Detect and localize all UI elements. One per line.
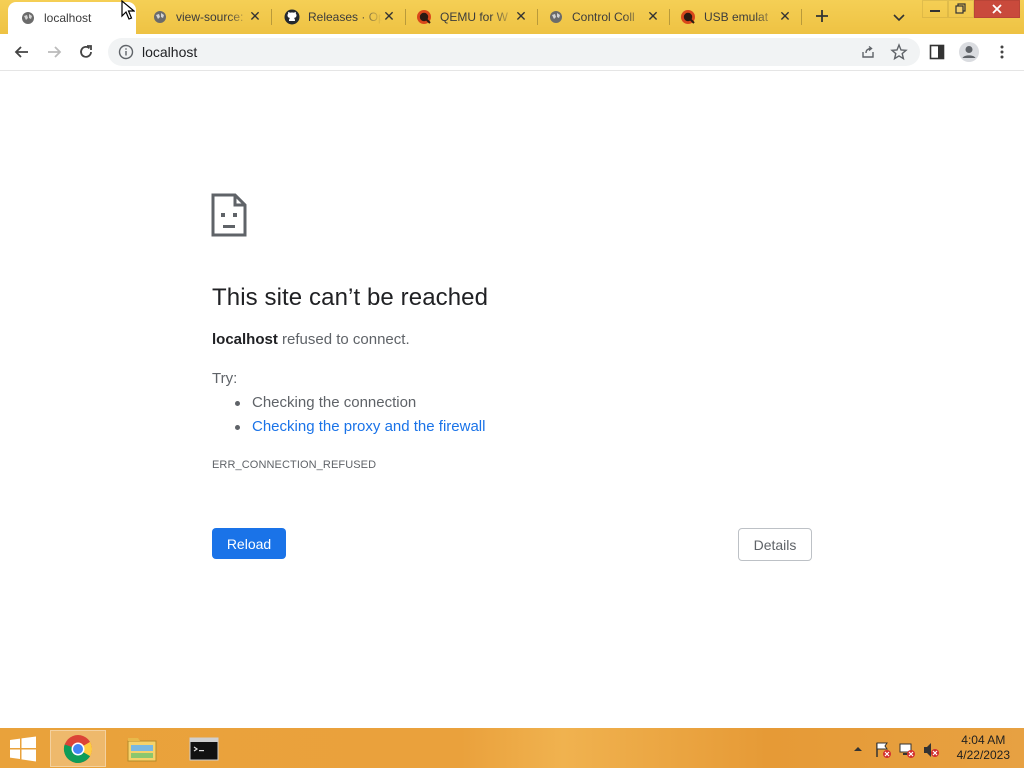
bullet bbox=[235, 401, 240, 406]
suggestion-link-text[interactable]: Checking the proxy and the firewall bbox=[252, 418, 485, 435]
refresh-icon bbox=[80, 45, 92, 58]
suggestion-text: Checking the connection bbox=[252, 394, 417, 411]
error-host: localhost bbox=[212, 331, 278, 348]
sad-document-icon bbox=[211, 193, 247, 237]
reload-button[interactable]: Reload bbox=[212, 528, 286, 559]
start-button[interactable] bbox=[8, 736, 38, 762]
tab-releases[interactable]: Releases · Op ✕ bbox=[272, 0, 404, 34]
taskbar-chrome[interactable] bbox=[50, 730, 106, 767]
arrow-left-icon bbox=[14, 46, 28, 58]
tab-usb-emulation[interactable]: USB emulat ✕ bbox=[668, 0, 800, 34]
bookmark-star-icon[interactable] bbox=[890, 43, 908, 61]
url-text[interactable]: localhost bbox=[142, 44, 197, 60]
chevron-down-icon bbox=[893, 14, 905, 22]
restore-button[interactable] bbox=[948, 0, 974, 18]
tab-title: localhost bbox=[44, 11, 92, 25]
menu-button[interactable] bbox=[991, 41, 1013, 63]
close-tab-icon[interactable]: ✕ bbox=[248, 9, 262, 23]
arrow-right-icon bbox=[48, 46, 62, 58]
close-tab-icon[interactable]: ✕ bbox=[382, 9, 396, 23]
close-tab-icon[interactable]: ✕ bbox=[514, 9, 528, 23]
share-icon[interactable] bbox=[860, 44, 876, 60]
error-code: ERR_CONNECTION_REFUSED bbox=[212, 459, 377, 471]
close-tab-icon[interactable]: ✕ bbox=[646, 9, 660, 23]
info-icon[interactable] bbox=[118, 44, 134, 60]
bullet bbox=[235, 425, 240, 430]
plus-icon bbox=[816, 10, 828, 22]
try-label: Try: bbox=[212, 370, 238, 387]
side-panel-button[interactable] bbox=[926, 41, 948, 63]
forward-button[interactable] bbox=[43, 41, 65, 63]
chevron-up-icon bbox=[854, 747, 862, 751]
tab-title: USB emulat bbox=[704, 10, 769, 24]
chrome-icon bbox=[63, 734, 92, 763]
tab-qemu[interactable]: QEMU for W ✕ bbox=[404, 0, 536, 34]
tab-title: Releases · Op bbox=[308, 10, 382, 24]
error-heading: This site can’t be reached bbox=[212, 284, 489, 311]
error-description: localhost refused to connect. bbox=[212, 331, 410, 348]
tab-strip: localhost view-source: ✕ Releases · Op ✕… bbox=[0, 0, 1024, 34]
tab-search-button[interactable] bbox=[890, 8, 908, 26]
error-message: refused to connect. bbox=[282, 331, 410, 348]
address-bar[interactable]: localhost bbox=[108, 38, 920, 66]
action-center-icon[interactable] bbox=[874, 741, 891, 758]
tab-title: view-source: bbox=[176, 10, 244, 24]
network-icon[interactable] bbox=[898, 741, 915, 758]
globe-icon bbox=[20, 10, 36, 26]
new-tab-button[interactable] bbox=[812, 6, 832, 26]
details-button[interactable]: Details bbox=[738, 528, 812, 561]
kebab-menu-icon bbox=[1000, 45, 1004, 59]
clock-date: 4/22/2023 bbox=[956, 748, 1010, 762]
close-window-button[interactable] bbox=[974, 0, 1020, 18]
mouse-cursor bbox=[121, 0, 136, 20]
qemu-icon bbox=[416, 9, 432, 25]
suggestion-item: Checking the connection bbox=[235, 394, 417, 411]
tab-localhost[interactable]: localhost bbox=[8, 2, 136, 34]
volume-muted-icon[interactable] bbox=[922, 741, 939, 757]
tab-title: QEMU for W bbox=[440, 10, 508, 24]
minimize-icon bbox=[930, 10, 940, 12]
profile-button[interactable] bbox=[958, 41, 980, 63]
qemu-icon bbox=[680, 9, 696, 25]
tab-control-collection[interactable]: Control Coll ✕ bbox=[536, 0, 668, 34]
globe-icon bbox=[548, 9, 564, 25]
taskbar: 4:04 AM 4/22/2023 bbox=[0, 728, 1024, 768]
system-clock[interactable]: 4:04 AM 4/22/2023 bbox=[957, 733, 1010, 763]
restore-icon bbox=[955, 3, 966, 14]
minimize-button[interactable] bbox=[922, 0, 948, 18]
avatar-icon bbox=[959, 42, 979, 62]
window-controls bbox=[922, 0, 1020, 18]
error-page: This site can’t be reached localhost ref… bbox=[0, 71, 1024, 728]
tab-divider bbox=[801, 9, 802, 25]
tab-view-source[interactable]: view-source: ✕ bbox=[140, 0, 270, 34]
back-button[interactable] bbox=[11, 41, 33, 63]
side-panel-icon bbox=[929, 44, 945, 60]
command-prompt-icon bbox=[189, 737, 219, 760]
close-icon bbox=[992, 4, 1002, 14]
suggestion-item-link[interactable]: Checking the proxy and the firewall bbox=[235, 418, 485, 435]
file-explorer-icon bbox=[127, 737, 157, 761]
taskbar-file-explorer[interactable] bbox=[114, 730, 170, 767]
reload-page-button[interactable] bbox=[75, 41, 97, 63]
show-hidden-icons[interactable] bbox=[850, 741, 866, 757]
github-icon bbox=[284, 9, 300, 25]
clock-time: 4:04 AM bbox=[961, 733, 1006, 747]
tab-title: Control Coll bbox=[572, 10, 635, 24]
close-tab-icon[interactable]: ✕ bbox=[778, 9, 792, 23]
browser-toolbar: localhost bbox=[0, 34, 1024, 71]
taskbar-command-prompt[interactable] bbox=[176, 730, 232, 767]
globe-icon bbox=[152, 9, 168, 25]
windows-logo-icon bbox=[10, 736, 36, 762]
